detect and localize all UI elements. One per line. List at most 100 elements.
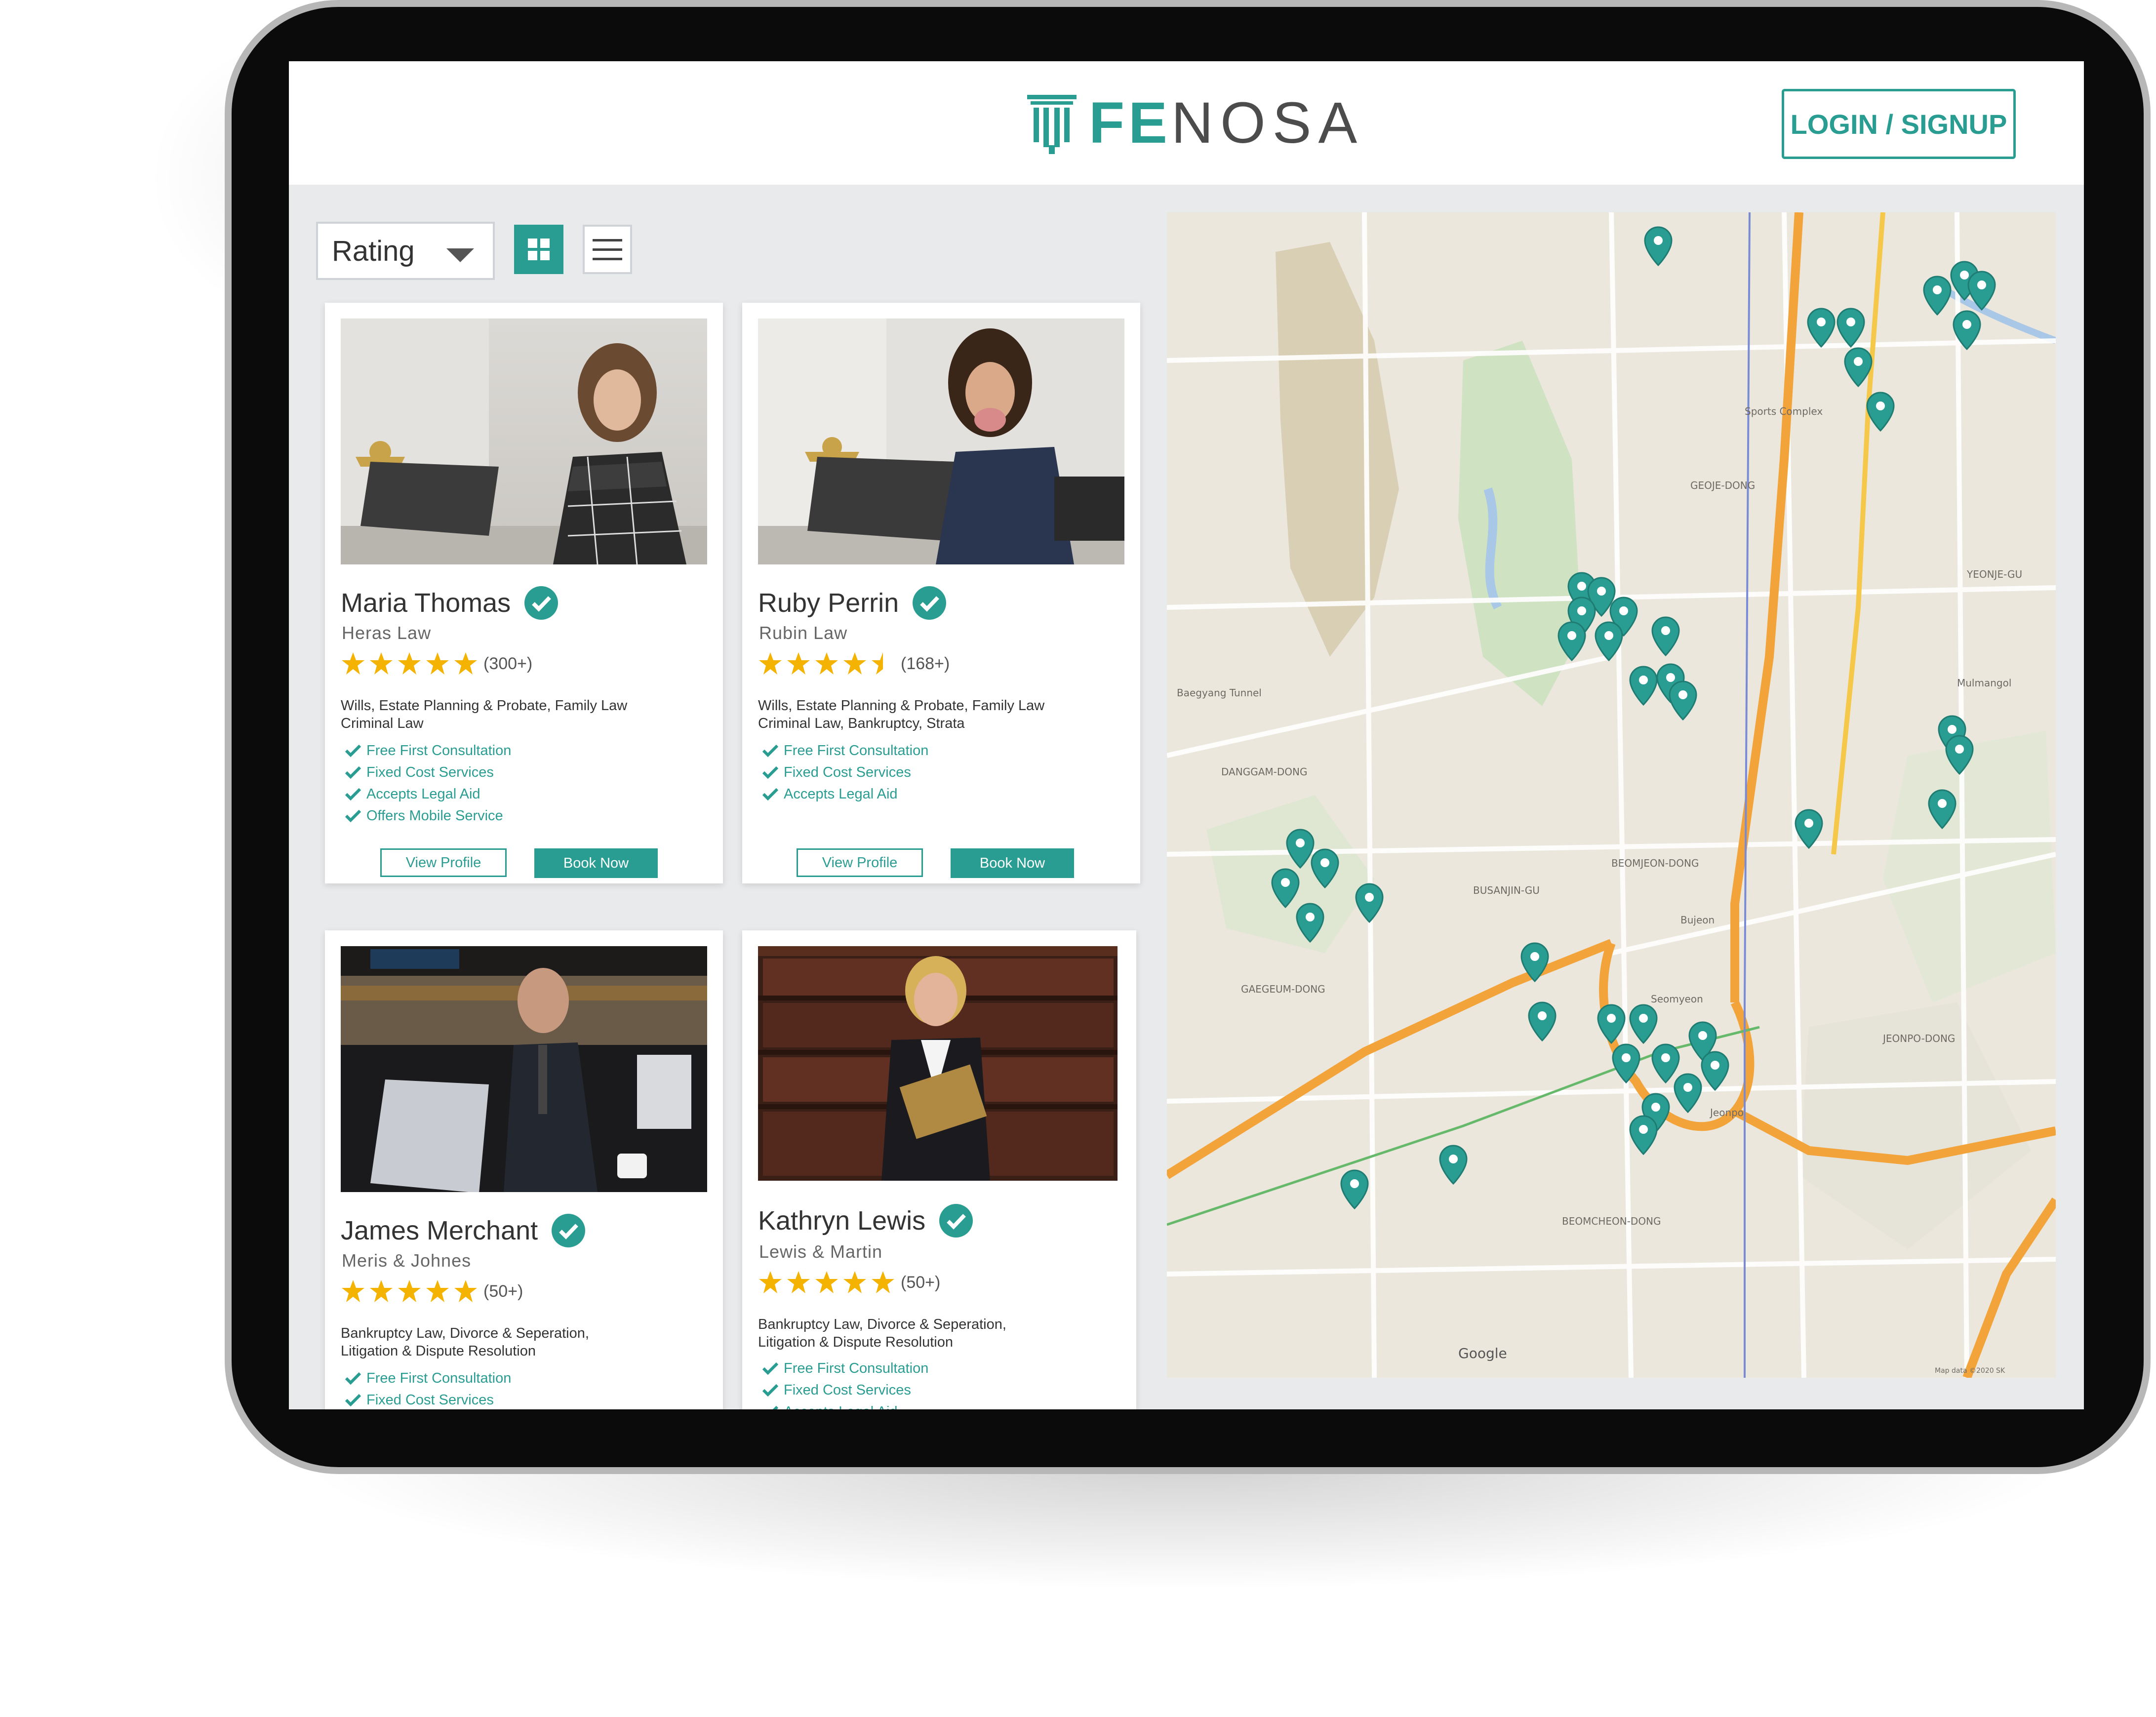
top-bar: FENOSA LOGIN / SIGNUP: [289, 61, 2084, 185]
lawyer-name[interactable]: James Merchant: [341, 1215, 538, 1246]
book-now-button[interactable]: Book Now: [951, 848, 1074, 878]
lawyer-card: James Merchant Meris & Johnes (50+) Bank…: [325, 930, 723, 1409]
practice-areas: Wills, Estate Planning & Probate, Family…: [758, 697, 1104, 732]
map-canvas[interactable]: DANGGAM-DONG GEOJE-DONG YEONJE-GU BUSANJ…: [1167, 212, 2056, 1378]
star-half-icon: [872, 652, 883, 675]
map-label: Sports Complex: [1745, 405, 1823, 417]
feature-label: Fixed Cost Services: [366, 764, 494, 780]
star-icon: [872, 1271, 894, 1293]
login-signup-button[interactable]: LOGIN / SIGNUP: [1782, 89, 2016, 159]
lawyer-card: Kathryn Lewis Lewis & Martin (50+) Bankr…: [742, 930, 1136, 1409]
check-icon: [762, 766, 779, 779]
star-icon: [787, 1271, 810, 1293]
lawyer-name-row: Ruby Perrin: [758, 585, 947, 621]
star-icon: [370, 1280, 393, 1302]
feature-list: Free First Consultation Fixed Cost Servi…: [762, 1358, 928, 1409]
lawyer-firm: Rubin Law: [759, 623, 848, 643]
map-label: DANGGAM-DONG: [1221, 766, 1307, 778]
star-icon: [843, 652, 866, 675]
map-label: Seomyeon: [1651, 993, 1703, 1005]
office-photo-image: [341, 946, 707, 1192]
feature-item: Offers Mobile Service: [345, 805, 511, 827]
rating-stars: (50+): [758, 1270, 940, 1295]
book-now-button[interactable]: Book Now: [534, 848, 658, 878]
practice-areas: Bankruptcy Law, Divorce & Seperation, Li…: [341, 1324, 686, 1360]
map-label: BEOMCHEON-DONG: [1562, 1215, 1661, 1227]
lawyer-photo: [341, 946, 707, 1192]
map-attribution: Map data ©2020 SK: [1935, 1367, 2005, 1375]
map-label: Jeonpo: [1709, 1107, 1744, 1118]
verified-badge-icon: [913, 586, 947, 620]
office-photo-image: [341, 319, 707, 564]
list-icon: [593, 239, 622, 241]
feature-item: Free First Consultation: [345, 1367, 511, 1389]
sort-select[interactable]: Rating: [316, 222, 495, 280]
lawyer-name[interactable]: Kathryn Lewis: [758, 1205, 925, 1236]
map-label: Bujeon: [1680, 914, 1715, 926]
feature-item: Fixed Cost Services: [345, 1389, 511, 1409]
lawyer-photo: [758, 946, 1118, 1181]
list-view-button[interactable]: [583, 225, 632, 274]
check-icon: [762, 1362, 779, 1375]
star-icon: [342, 652, 364, 675]
logo[interactable]: FENOSA: [1025, 89, 1364, 157]
view-profile-button[interactable]: View Profile: [380, 848, 507, 877]
feature-label: Free First Consultation: [366, 1370, 512, 1386]
feature-list: Free First Consultation Fixed Cost Servi…: [762, 740, 928, 805]
practice-areas-line: Bankruptcy Law, Divorce & Seperation,: [341, 1325, 589, 1341]
check-icon: [345, 766, 361, 779]
feature-item: Accepts Legal Aid: [762, 783, 928, 805]
map-label: BEOMJEON-DONG: [1611, 857, 1699, 869]
rating-count: (50+): [901, 1273, 941, 1292]
feature-label: Fixed Cost Services: [366, 1392, 494, 1408]
rating-stars: (300+): [341, 651, 532, 676]
list-icon-line: [593, 257, 622, 260]
lawyer-map[interactable]: DANGGAM-DONG GEOJE-DONG YEONJE-GU BUSANJ…: [1167, 212, 2056, 1378]
map-label: BUSANJIN-GU: [1473, 884, 1540, 896]
pillar-logo-icon: [1027, 95, 1077, 154]
logo-text-accent: FE: [1089, 90, 1171, 156]
office-photo-image: [758, 319, 1124, 564]
star-icon: [398, 652, 421, 675]
star-icon: [398, 1280, 421, 1302]
practice-areas-line: Criminal Law: [341, 716, 424, 731]
lawyer-name-row: James Merchant: [341, 1213, 586, 1248]
feature-label: Fixed Cost Services: [784, 1382, 911, 1398]
verified-badge-icon: [552, 1214, 586, 1247]
logo-text-rest: NOSA: [1171, 90, 1364, 156]
lawyer-name-row: Maria Thomas: [341, 585, 559, 621]
feature-list: Free First Consultation Fixed Cost Servi…: [345, 1367, 511, 1409]
grid-view-button[interactable]: [514, 225, 563, 274]
feature-item: Free First Consultation: [762, 740, 928, 761]
check-icon: [345, 788, 361, 801]
star-icon: [787, 652, 810, 675]
practice-areas-line: Litigation & Dispute Resolution: [341, 1343, 536, 1359]
practice-areas: Bankruptcy Law, Divorce & Seperation, Li…: [758, 1316, 1104, 1351]
rating-count: (168+): [901, 654, 950, 673]
feature-item: Free First Consultation: [345, 740, 511, 761]
practice-areas-line: Wills, Estate Planning & Probate, Family…: [758, 698, 1045, 714]
star-icon: [454, 1280, 477, 1302]
library-photo-image: [758, 946, 1118, 1181]
logo-text: FENOSA: [1089, 89, 1364, 157]
feature-list: Free First Consultation Fixed Cost Servi…: [345, 740, 511, 827]
feature-item: Fixed Cost Services: [762, 761, 928, 783]
view-profile-button[interactable]: View Profile: [797, 848, 923, 877]
practice-areas-line: Bankruptcy Law, Divorce & Seperation,: [758, 1317, 1006, 1332]
lawyer-name[interactable]: Ruby Perrin: [758, 588, 899, 618]
feature-label: Accepts Legal Aid: [784, 1404, 898, 1410]
list-icon-line: [593, 248, 622, 251]
sort-select-value: Rating: [332, 235, 415, 267]
star-icon: [759, 652, 782, 675]
feature-label: Free First Consultation: [784, 1360, 929, 1376]
map-label: Mulmangol: [1957, 677, 2011, 689]
feature-label: Fixed Cost Services: [784, 764, 911, 780]
star-icon: [815, 1271, 838, 1293]
map-label: JEONPO-DONG: [1882, 1033, 1955, 1044]
check-icon: [762, 788, 779, 801]
lawyer-name[interactable]: Maria Thomas: [341, 588, 511, 618]
feature-label: Offers Mobile Service: [366, 807, 503, 824]
verified-badge-icon: [939, 1204, 973, 1238]
check-icon: [345, 744, 361, 758]
lawyer-firm: Heras Law: [342, 623, 432, 643]
